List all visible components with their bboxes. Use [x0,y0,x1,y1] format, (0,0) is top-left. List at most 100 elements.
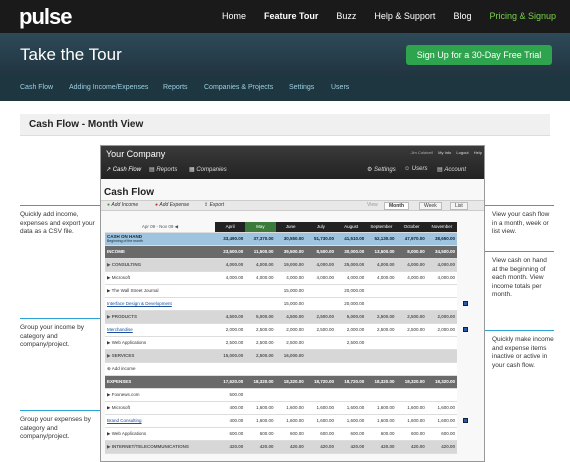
view-month-button[interactable]: Month [384,202,409,210]
subnav-companies[interactable]: Companies & Projects [204,84,273,91]
row-label[interactable]: ⊕ Add income [105,362,215,376]
row-label: ▶ INTERNET/TELECOMMUNICATIONS [105,440,215,454]
section-header: Cash Flow - Month View [20,114,550,136]
grid-row[interactable]: ▶ Microsoft 400.00 1,600.00 1,600.00 1,600.0… [105,401,457,415]
export-button[interactable]: ⇪ Export [204,202,224,208]
grid-row[interactable]: ▶ PRODUCTS 4,500.00 5,000.00 4,500.00 2,500.… [105,310,457,324]
cell-value: 1,600.00 [305,401,336,415]
my-info-link[interactable]: My Info [438,150,451,155]
cell-value: 25,000.00 [336,258,367,272]
callout-views: View your cash flow in a month, week or … [492,211,550,235]
grid-row[interactable]: ▶ Web Applications 600.00 600.00 600.00 600.… [105,427,457,441]
active-checkbox[interactable] [463,301,468,306]
tab-settings[interactable]: ⚙ Settings [367,166,396,173]
cell-value: 51,730.00 [305,232,336,246]
callout-add-export: Quickly add income, expenses and export … [20,211,95,235]
help-link[interactable]: Help [474,150,482,155]
row-label[interactable]: Merchandise [105,323,215,337]
nav-pricing[interactable]: Pricing & Signup [489,11,556,21]
grid-row[interactable]: ▶ Microsoft 4,000.00 4,000.00 4,000.00 4,000… [105,271,457,285]
month-header[interactable]: September [366,222,397,233]
cell-value [245,362,276,376]
tab-cash-flow[interactable]: ↗ Cash Flow [106,166,141,173]
cell-value: 4,000.00 [336,271,367,285]
row-label[interactable]: Interface Design & Development [105,297,215,311]
cell-value [426,349,457,363]
nav-help[interactable]: Help & Support [374,11,435,21]
cell-value: 420.00 [426,440,457,454]
active-checkbox[interactable] [463,327,468,332]
grid-row[interactable]: ▶ Foxnews.com 500.00 [105,388,457,402]
grid-row[interactable]: ⊕ Add income [105,362,457,376]
cell-value [245,284,276,298]
add-expense-button[interactable]: ● Add Expense [155,202,189,208]
grid-row[interactable]: Brand Consulting 400.00 1,600.00 1,600.00 1,… [105,414,457,428]
cell-value: 2,500.00 [275,336,306,350]
cash-flow-grid: Apr 09 - Nov 09 ◀ April May June July August S… [105,222,457,454]
cell-value [305,362,336,376]
cell-value: 2,500.00 [245,323,276,337]
tab-users[interactable]: ☺ Users [404,166,427,172]
tab-reports[interactable]: ▤ Reports [149,166,177,173]
grid-row[interactable]: INCOME 23,500.00 11,500.00 39,500.00 8,500.0… [105,245,457,259]
cell-value: 41,510.00 [336,232,367,246]
month-header[interactable]: July [305,222,336,233]
month-header[interactable]: October [396,222,427,233]
view-list-button[interactable]: List [450,202,468,210]
active-checkbox[interactable] [463,418,468,423]
month-header[interactable]: June [275,222,306,233]
cell-value: 37,370.00 [245,232,276,246]
tab-companies[interactable]: ▦ Companies [189,166,227,173]
cell-value [275,388,306,402]
add-income-button[interactable]: ● Add Income [107,202,138,208]
cell-value [366,297,397,311]
view-week-button[interactable]: Week [419,202,442,210]
tab-account[interactable]: ▤ Account [437,166,466,173]
grid-row[interactable]: Interface Design & Development 15,000.00 2… [105,297,457,311]
month-header[interactable]: May [245,222,276,233]
cell-value: 1,600.00 [396,414,427,428]
cell-value: 4,000.00 [305,271,336,285]
cell-value: 1,600.00 [396,401,427,415]
month-header[interactable]: November [426,222,457,233]
subnav-settings[interactable]: Settings [289,84,314,91]
cell-value: 16,000.00 [275,349,306,363]
cell-value: 52,130.00 [366,232,397,246]
grid-row[interactable]: ▶ The Wall Street Journal 15,000.00 20,000… [105,284,457,298]
signup-button[interactable]: Sign Up for a 30-Day Free Trial [406,45,552,65]
nav-buzz[interactable]: Buzz [336,11,356,21]
row-label: ▶ Microsoft [105,401,215,415]
month-header[interactable]: April [215,222,246,233]
cell-value: 1,600.00 [426,414,457,428]
month-header[interactable]: August [336,222,367,233]
subnav-adding[interactable]: Adding Income/Expenses [69,84,148,91]
subnav-reports[interactable]: Reports [163,84,188,91]
subnav-cash-flow[interactable]: Cash Flow [20,84,53,91]
logout-link[interactable]: Logout [456,150,468,155]
grid-row[interactable]: CASH ON HAND Beginning of the month 33,490… [105,232,457,246]
grid-row[interactable]: ▶ CONSULTING 4,000.00 4,000.00 19,000.00 4,0… [105,258,457,272]
cell-value: 2,000.00 [275,323,306,337]
pulse-logo[interactable]: pulse [19,4,72,30]
grid-row[interactable]: ▶ SERVICES 15,000.00 2,500.00 16,000.00 [105,349,457,363]
cell-value: 420.00 [275,440,306,454]
grid-row[interactable]: EXPENSES 17,620.00 18,320.00 18,320.00 18,72… [105,375,457,389]
company-name: Your Company [106,149,166,159]
subnav-users[interactable]: Users [331,84,349,91]
row-label[interactable]: Brand Consulting [105,414,215,428]
cell-value [396,388,427,402]
callout-income-group: Group your income by category and compan… [20,324,84,348]
cell-value [396,297,427,311]
cell-value [215,297,246,311]
nav-blog[interactable]: Blog [453,11,471,21]
nav-home[interactable]: Home [222,11,246,21]
cell-value [305,336,336,350]
cell-value: 1,600.00 [426,401,457,415]
grid-row[interactable]: ▶ Web Applications 2,500.00 2,500.00 2,500.… [105,336,457,350]
cell-value: 15,000.00 [275,284,306,298]
row-label: ▶ Foxnews.com [105,388,215,402]
grid-row[interactable]: Merchandise 2,000.00 2,500.00 2,000.00 2,500… [105,323,457,337]
nav-feature-tour[interactable]: Feature Tour [264,11,318,21]
grid-row[interactable]: ▶ INTERNET/TELECOMMUNICATIONS 420.00 420.0… [105,440,457,454]
section-heading: Cash Flow - Month View [29,119,144,130]
